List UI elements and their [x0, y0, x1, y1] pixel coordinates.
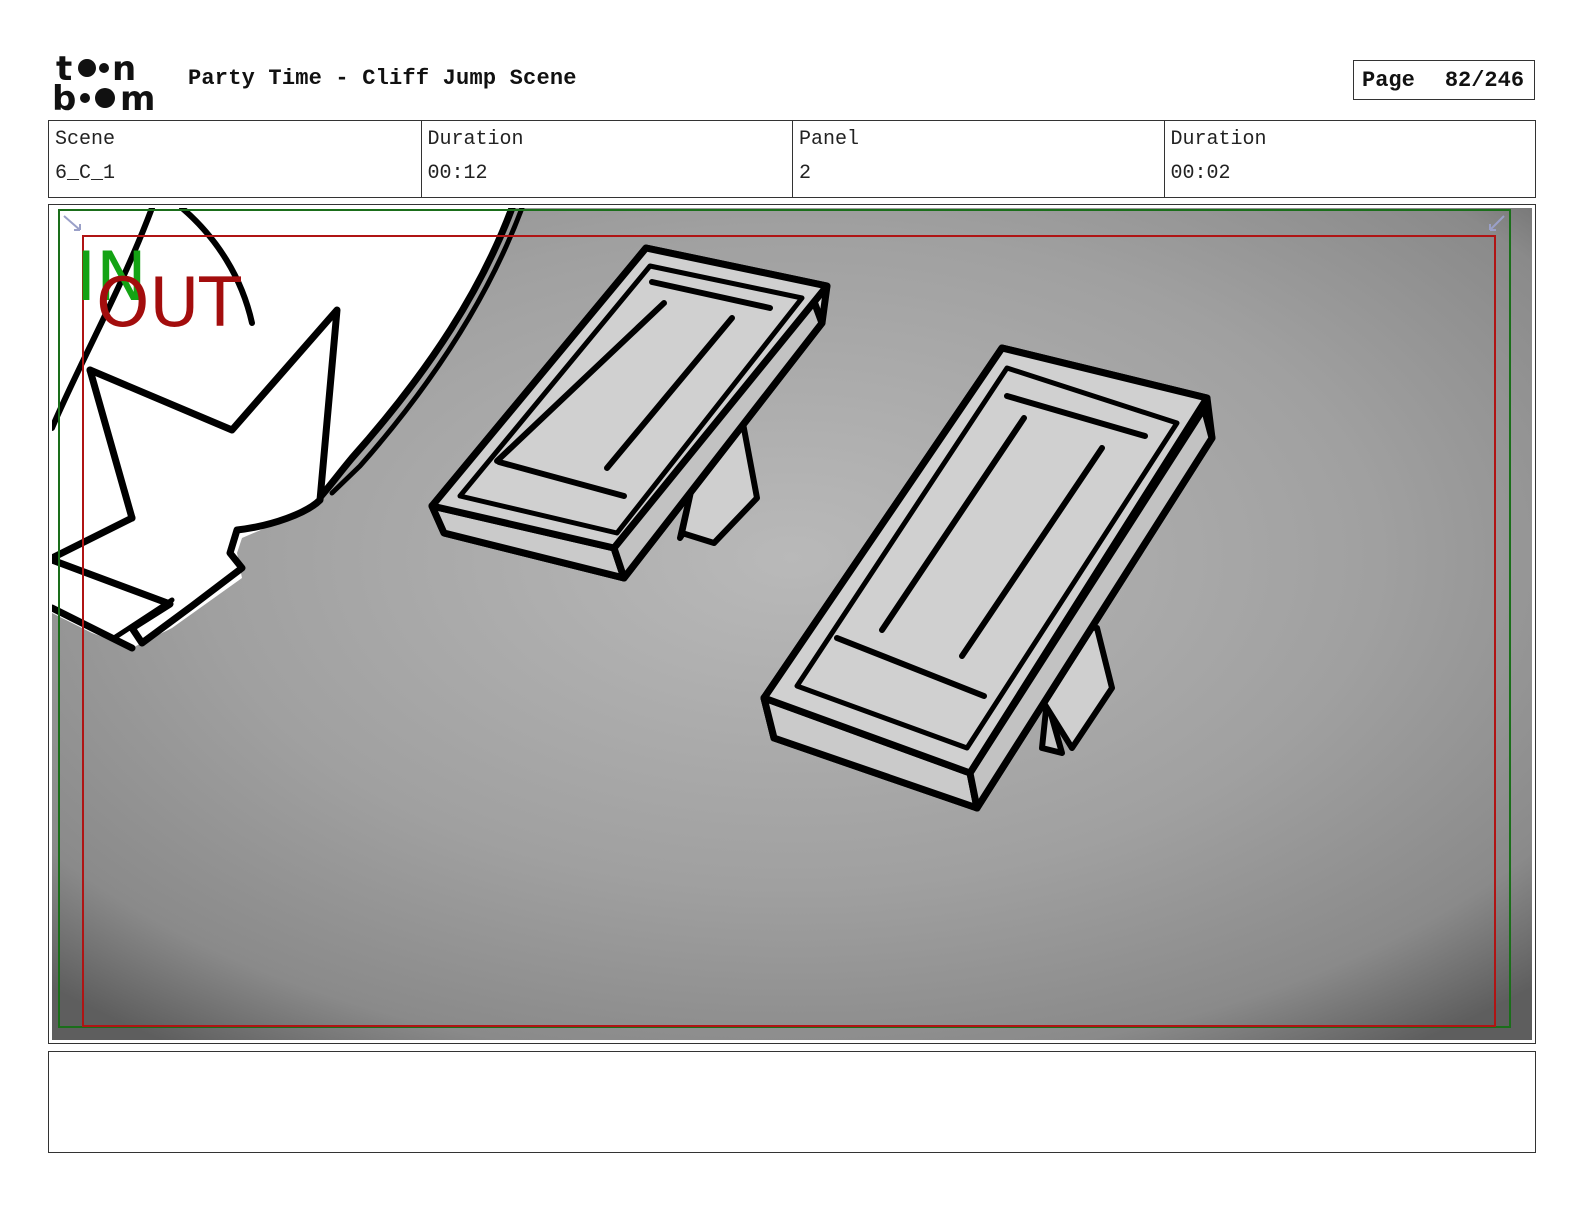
out-marker: OUT — [96, 264, 241, 343]
page-label: Page — [1362, 67, 1415, 93]
page-number: 82/246 — [1444, 67, 1525, 93]
svg-text:m: m — [120, 79, 155, 114]
storyboard-panel-image: IN OUT — [52, 208, 1532, 1040]
scene-info-table: Scene 6_C_1 Duration 00:12 Panel 2 Durat… — [48, 120, 1536, 198]
panel-duration-value: 00:02 — [1170, 162, 1231, 185]
scene-label: Scene — [55, 128, 116, 151]
scene-duration-cell: Duration 00:12 — [420, 121, 793, 197]
toon-boom-logo: t n b m — [52, 49, 155, 114]
document-title: Party Time - Cliff Jump Scene — [188, 66, 577, 91]
scene-value: 6_C_1 — [55, 162, 116, 185]
panel-label: Panel — [799, 128, 860, 151]
scene-cell: Scene 6_C_1 — [49, 121, 421, 197]
panel-duration-label: Duration — [1170, 128, 1267, 151]
page-indicator: Page 82/246 — [1353, 60, 1535, 100]
svg-text:b: b — [52, 79, 76, 114]
panel-duration-cell: Duration 00:02 — [1163, 121, 1536, 197]
panel-cell: Panel 2 — [792, 121, 1164, 197]
panel-notes-box — [48, 1051, 1536, 1153]
panel-value: 2 — [799, 162, 812, 185]
scene-duration-label: Duration — [427, 128, 524, 151]
scene-duration-value: 00:12 — [427, 162, 488, 185]
